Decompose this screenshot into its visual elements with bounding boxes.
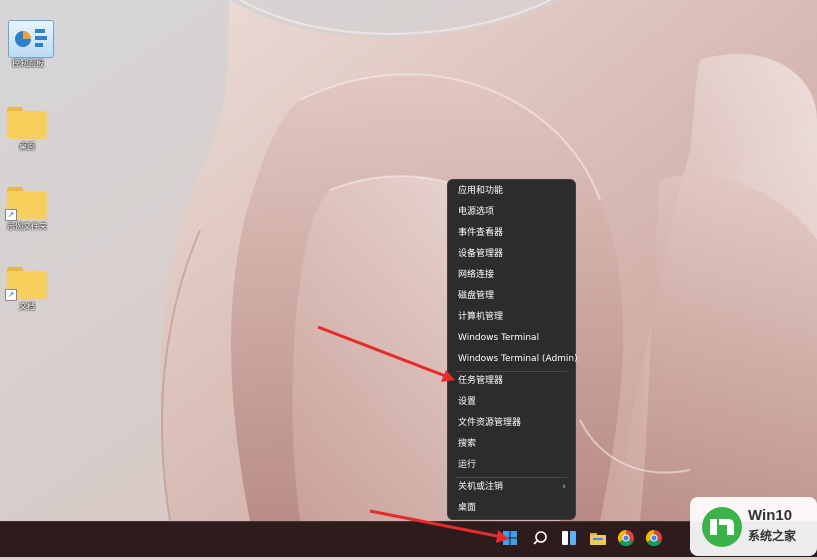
desktop-icon-control-panel[interactable]: 控制面板 <box>3 20 54 69</box>
menu-item-settings[interactable]: 设置 <box>448 392 575 413</box>
menu-item-computer-management[interactable]: 计算机管理 <box>448 307 575 328</box>
desktop-icon-label: 桌面 <box>19 142 35 151</box>
file-explorer-button[interactable] <box>586 526 610 550</box>
shortcut-arrow-icon: ↗ <box>5 289 17 301</box>
menu-item-disk-management[interactable]: 磁盘管理 <box>448 286 575 307</box>
start-context-menu: 应用和功能 电源选项 事件查看器 设备管理器 网络连接 磁盘管理 计算机管理 W… <box>447 179 578 520</box>
menu-item-desktop[interactable]: 桌面 <box>448 498 575 519</box>
start-icon <box>503 531 517 545</box>
chrome-icon <box>645 529 662 547</box>
widgets-icon <box>562 531 576 545</box>
menu-item-network-connections[interactable]: 网络连接 <box>448 265 575 286</box>
menu-item-apps-features[interactable]: 应用和功能 <box>448 181 575 202</box>
search-button[interactable] <box>528 526 552 550</box>
menu-item-windows-terminal[interactable]: Windows Terminal <box>448 328 575 349</box>
start-button[interactable] <box>498 526 522 550</box>
desktop-icon-label: 文档 <box>19 302 35 311</box>
menu-item-search[interactable]: 搜索 <box>448 434 575 455</box>
desktop-icon-desktop-folder[interactable]: 桌面 <box>2 103 52 152</box>
menu-item-event-viewer[interactable]: 事件查看器 <box>448 223 575 244</box>
desktop-icon-label: 控制面板 <box>12 59 44 68</box>
desktop-icon-documents[interactable]: ↗ 文档 <box>2 263 52 312</box>
watermark-text-xitong: 系统之家 <box>748 529 797 543</box>
chrome-icon <box>617 529 634 547</box>
menu-item-label: 关机或注销 <box>458 482 504 492</box>
menu-item-power-options[interactable]: 电源选项 <box>448 202 575 223</box>
menu-item-run[interactable]: 运行 <box>448 455 575 476</box>
menu-item-shutdown-signout[interactable]: 关机或注销 › <box>448 477 575 498</box>
folder-icon <box>7 107 47 139</box>
watermark-logo: Win10 系统之家 <box>690 497 817 556</box>
desktop-icon-label: 示例文件夹 <box>7 222 47 231</box>
menu-item-file-explorer[interactable]: 文件资源管理器 <box>448 413 575 434</box>
menu-item-windows-terminal-admin[interactable]: Windows Terminal (Admin) <box>448 349 578 370</box>
menu-item-device-manager[interactable]: 设备管理器 <box>448 244 575 265</box>
chrome-button[interactable] <box>614 526 638 550</box>
desktop-icon-example-folder[interactable]: ↗ 示例文件夹 <box>2 183 52 232</box>
search-icon <box>533 531 547 545</box>
watermark-text-win10: Win10 <box>748 507 793 524</box>
control-panel-icon <box>8 20 54 58</box>
shortcut-arrow-icon: ↗ <box>5 209 17 221</box>
menu-item-task-manager[interactable]: 任务管理器 <box>448 371 575 392</box>
desktop-wallpaper <box>0 0 817 556</box>
widgets-button[interactable] <box>557 526 581 550</box>
chevron-right-icon: › <box>562 482 566 492</box>
chrome-button-2[interactable] <box>642 526 666 550</box>
file-explorer-icon <box>590 533 606 545</box>
